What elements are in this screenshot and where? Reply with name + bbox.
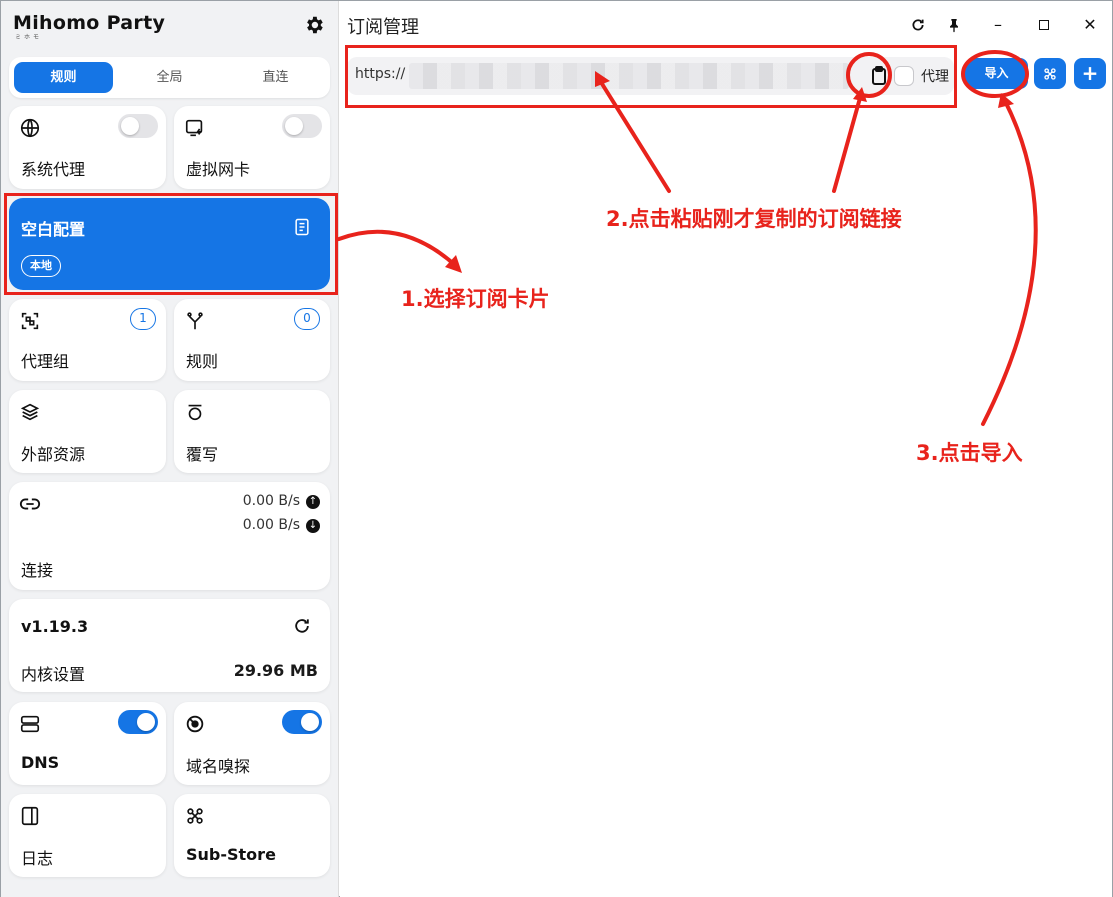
annotation-step1: 1.选择订阅卡片 xyxy=(401,287,550,311)
log-card[interactable]: 日志 xyxy=(9,794,166,877)
pin-icon[interactable] xyxy=(942,13,966,37)
tun-label: 虚拟网卡 xyxy=(186,160,251,179)
globe-icon xyxy=(20,118,40,138)
import-button[interactable]: 导入 xyxy=(965,58,1028,89)
layers-icon xyxy=(20,403,40,421)
connections-card[interactable]: 0.00 B/s ↑ 0.00 B/s ↓ 连接 xyxy=(9,482,330,590)
proxy-groups-card[interactable]: 1 代理组 xyxy=(9,299,166,381)
tab-direct-mode[interactable]: 直连 xyxy=(226,62,325,93)
tun-card[interactable]: 虚拟网卡 xyxy=(174,106,330,189)
refresh-icon[interactable] xyxy=(292,616,312,636)
substore-card[interactable]: Sub-Store xyxy=(174,794,330,877)
page-title: 订阅管理 xyxy=(347,17,419,38)
substore-button[interactable] xyxy=(1034,58,1066,89)
sniffer-card[interactable]: 域名嗅探 xyxy=(174,702,330,785)
tab-rule-mode[interactable]: 规则 xyxy=(14,62,113,93)
refresh-icon[interactable] xyxy=(906,13,930,37)
scan-icon xyxy=(21,312,39,330)
sidebar: Mihomo Party ミホモ 规则 全局 直连 系统代理 虚拟网卡 空白配置… xyxy=(1,1,339,897)
gear-icon[interactable] xyxy=(303,14,325,36)
system-proxy-toggle[interactable] xyxy=(118,114,158,138)
dns-label: DNS xyxy=(21,753,60,772)
download-speed-value: 0.00 B/s xyxy=(242,517,300,533)
arrow-down-icon: ↓ xyxy=(306,519,320,533)
link-icon xyxy=(19,498,41,510)
annotation-step3: 3.点击导入 xyxy=(916,441,1023,465)
upload-speed: 0.00 B/s ↑ xyxy=(243,493,320,509)
substore-icon xyxy=(187,808,203,824)
resources-label: 外部资源 xyxy=(21,445,86,464)
plus-icon: + xyxy=(1081,61,1099,85)
connections-label: 连接 xyxy=(21,561,54,580)
annotation-box-url xyxy=(345,45,957,108)
substore-label: Sub-Store xyxy=(186,845,276,864)
fork-icon xyxy=(187,312,203,330)
sniffer-label: 域名嗅探 xyxy=(186,757,251,776)
app-title: Mihomo Party ミホモ xyxy=(13,12,166,41)
override-card[interactable]: 覆写 xyxy=(174,390,330,473)
arrow-up-icon: ↑ xyxy=(306,495,320,509)
core-version: v1.19.3 xyxy=(21,617,89,636)
rules-count-badge: 0 xyxy=(294,308,320,330)
annotation-box-profile xyxy=(4,193,338,295)
override-icon xyxy=(188,404,202,421)
sidebar-panel-icon xyxy=(21,806,39,826)
app-title-logo-sub: ミホモ xyxy=(15,34,43,41)
system-proxy-label: 系统代理 xyxy=(21,160,86,179)
mode-switch: 规则 全局 直连 xyxy=(9,57,330,98)
app-window: Mihomo Party ミホモ 规则 全局 直连 系统代理 虚拟网卡 空白配置… xyxy=(0,0,1113,897)
dns-card[interactable]: DNS xyxy=(9,702,166,785)
server-icon xyxy=(20,715,40,733)
minimize-icon[interactable]: – xyxy=(986,13,1010,37)
core-settings-label: 内核设置 xyxy=(21,665,86,684)
resources-card[interactable]: 外部资源 xyxy=(9,390,166,473)
rules-label: 规则 xyxy=(186,352,219,371)
rules-card[interactable]: 0 规则 xyxy=(174,299,330,381)
radar-icon xyxy=(186,715,204,733)
proxy-groups-label: 代理组 xyxy=(21,352,70,371)
network-card-icon xyxy=(185,119,203,137)
dns-toggle[interactable] xyxy=(118,710,158,734)
log-label: 日志 xyxy=(21,849,54,868)
core-card[interactable]: v1.19.3 内核设置 29.96 MB xyxy=(9,599,330,692)
system-proxy-card[interactable]: 系统代理 xyxy=(9,106,166,189)
proxy-groups-count-badge: 1 xyxy=(130,308,156,330)
tab-global-mode[interactable]: 全局 xyxy=(120,62,219,93)
maximize-icon[interactable] xyxy=(1032,13,1056,37)
download-speed: 0.00 B/s ↓ xyxy=(243,517,320,533)
core-memory: 29.96 MB xyxy=(233,661,318,680)
sniffer-toggle[interactable] xyxy=(282,710,322,734)
annotation-step2: 2.点击粘贴刚才复制的订阅链接 xyxy=(606,207,902,231)
override-label: 覆写 xyxy=(186,445,219,464)
tun-toggle[interactable] xyxy=(282,114,322,138)
close-icon[interactable]: ✕ xyxy=(1078,13,1102,37)
add-profile-button[interactable]: + xyxy=(1074,58,1106,89)
app-title-text: Mihomo Party xyxy=(13,12,166,34)
upload-speed-value: 0.00 B/s xyxy=(242,493,300,509)
